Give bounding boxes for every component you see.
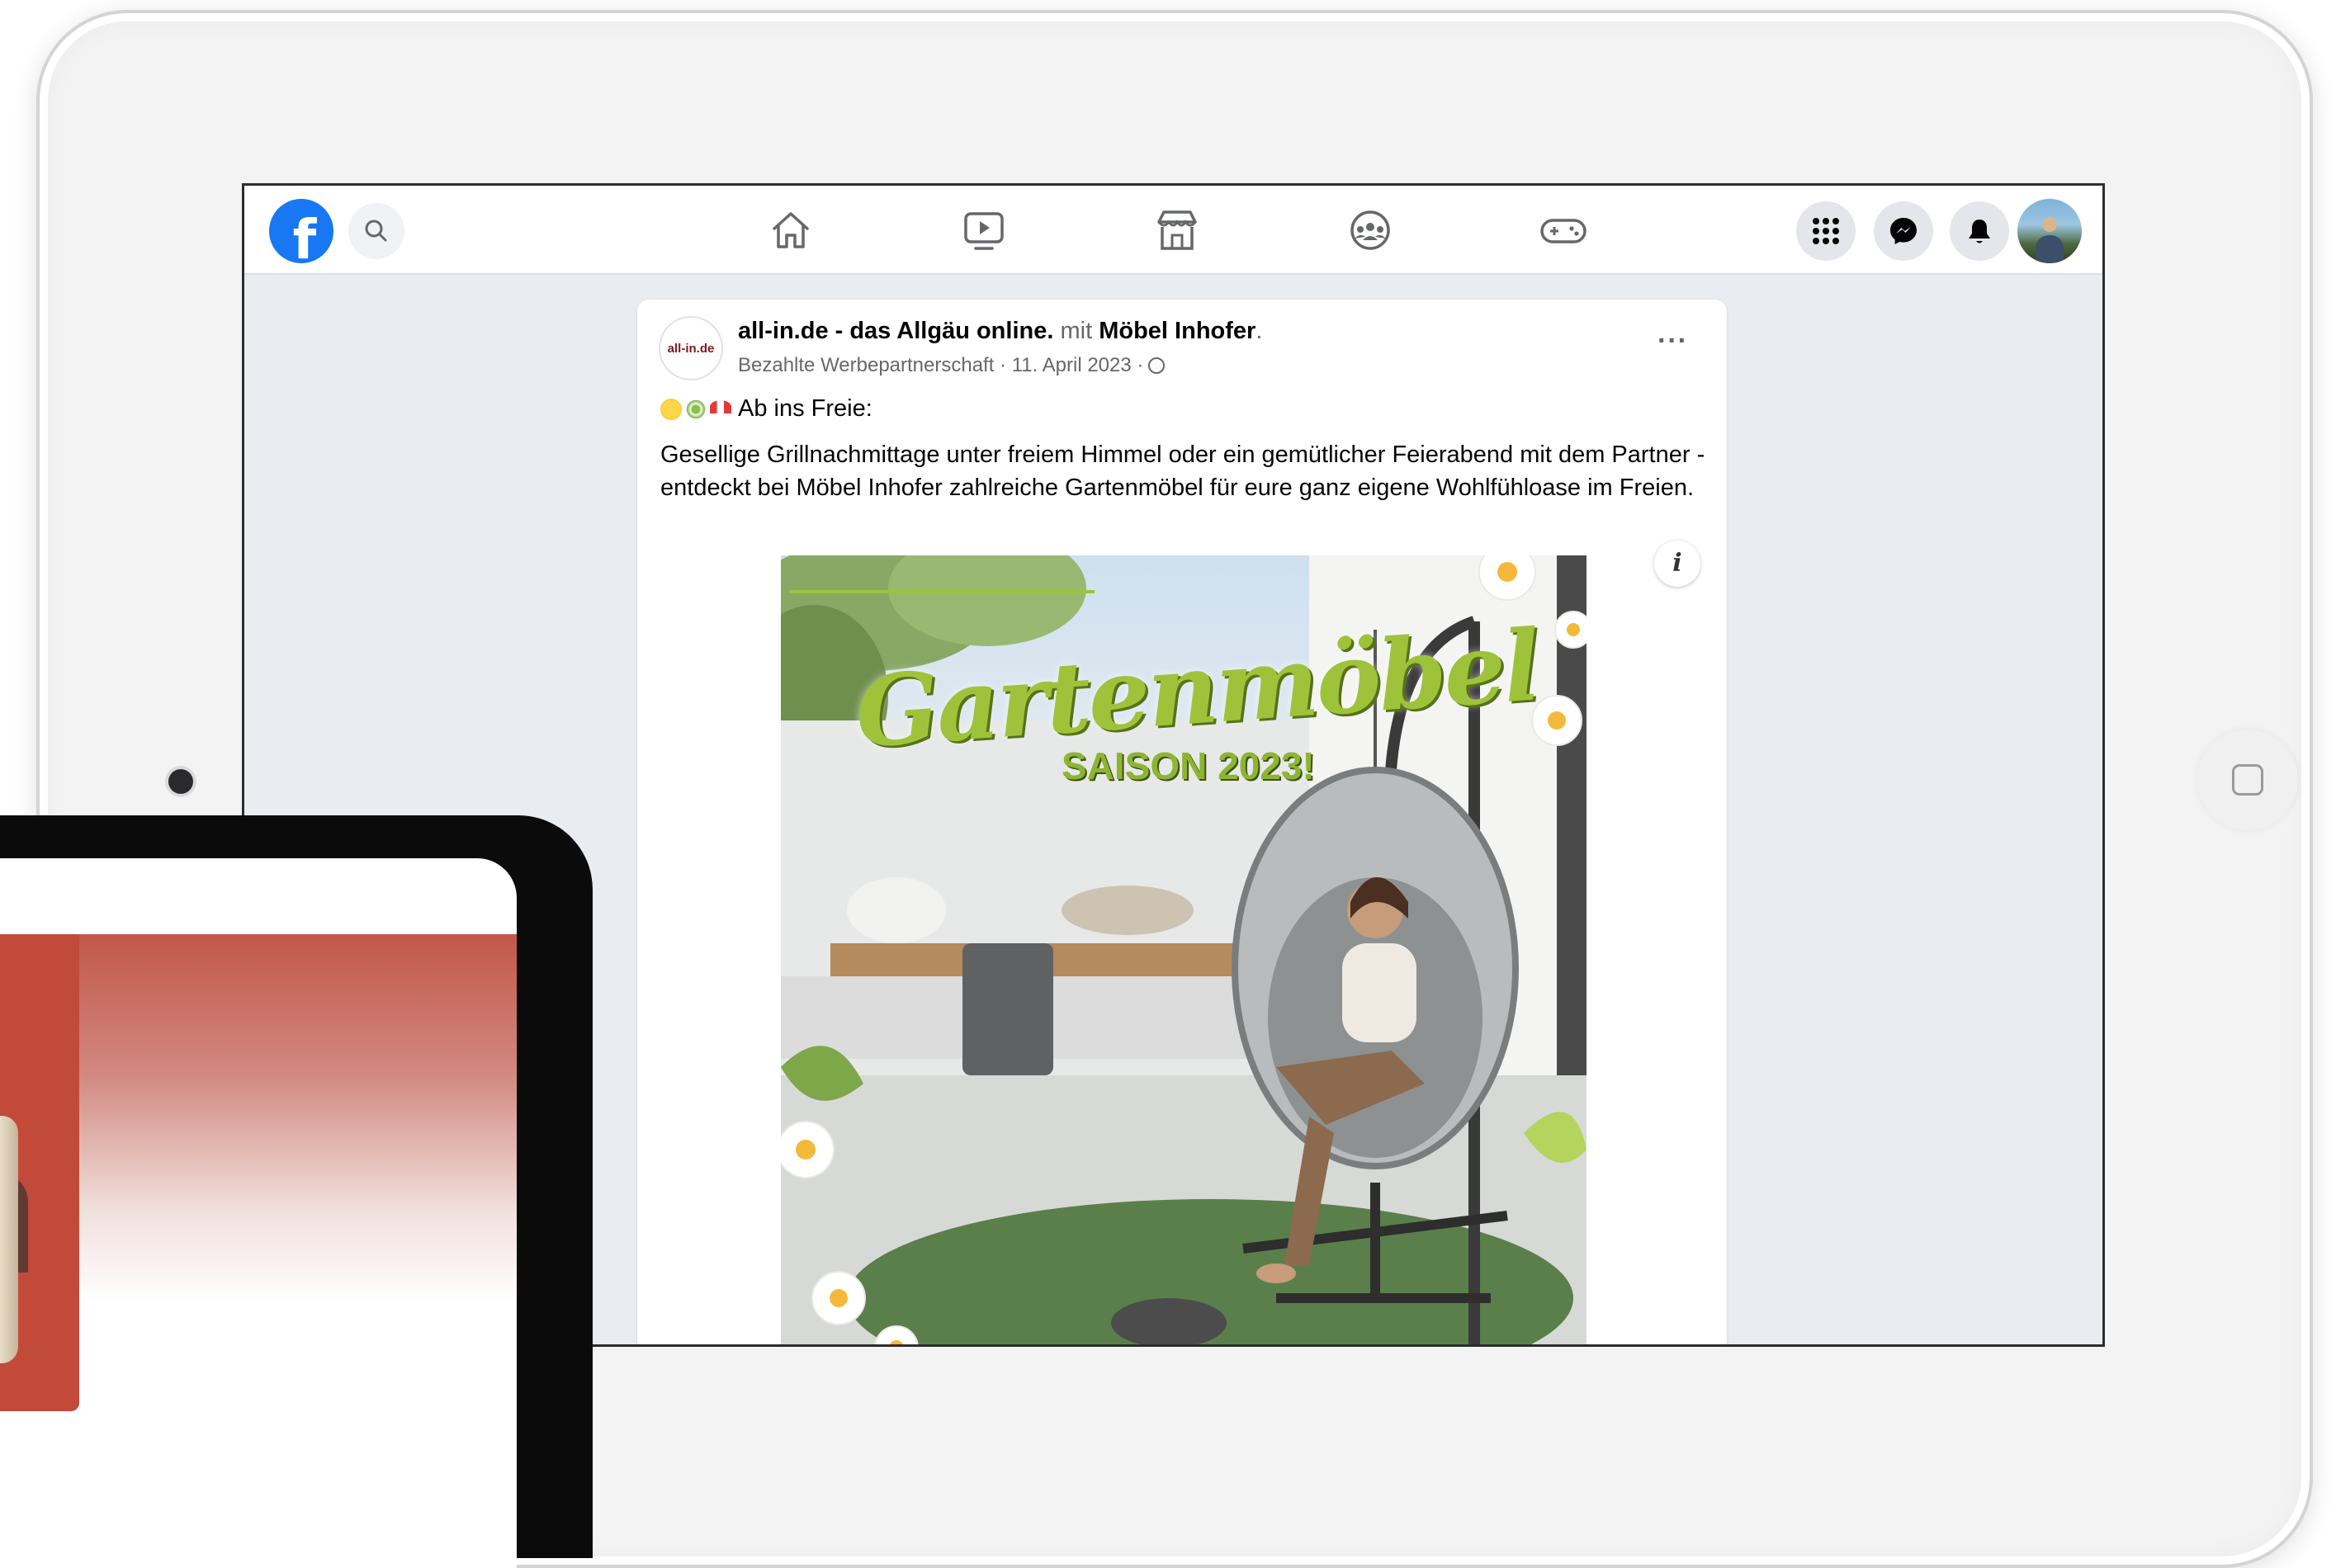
more-options-button[interactable]: ···	[1657, 327, 1688, 355]
brush-handle-shape	[0, 1116, 18, 1363]
menu-grid-icon	[1813, 218, 1839, 244]
notifications-icon	[1969, 220, 1990, 243]
page-avatar-text: all-in.de	[667, 341, 715, 356]
ad-image[interactable]: Gartenmöbel SAISON 2023!	[781, 555, 1586, 1344]
search-icon	[365, 220, 387, 242]
foreground-red-card	[0, 934, 79, 1411]
globe-icon	[1148, 357, 1166, 374]
messenger-button[interactable]	[1874, 201, 1933, 261]
marketplace-icon[interactable]	[1152, 207, 1202, 253]
with-word: mit	[1060, 318, 1093, 344]
ad-subtitle: SAISON 2023!	[1062, 744, 1315, 787]
gaming-icon[interactable]	[1539, 207, 1588, 253]
profile-avatar[interactable]	[2017, 199, 2082, 263]
home-icon[interactable]	[766, 207, 816, 253]
post-meta-text: Bezahlte Werbepartnerschaft · 11. April …	[738, 354, 1144, 376]
groups-icon[interactable]	[1345, 207, 1395, 253]
logo-letter: f	[292, 208, 317, 263]
watch-icon[interactable]	[959, 207, 1009, 253]
post-title: all-in.de - das Allgäu online. mit Möbel…	[738, 318, 1262, 345]
facebook-logo[interactable]: f	[269, 199, 333, 263]
search-button[interactable]	[348, 203, 404, 259]
messenger-icon	[1890, 218, 1917, 244]
camera-icon	[168, 769, 193, 794]
facebook-top-nav: f	[244, 186, 2102, 275]
author-link[interactable]: all-in.de - das Allgäu online.	[738, 318, 1053, 344]
foreground-device-screen	[0, 858, 517, 1568]
notifications-button[interactable]	[1950, 201, 2009, 261]
sponsored-post: all-in.de all-in.de - das Allgäu online.…	[637, 300, 1727, 1344]
avatar-figure	[2036, 235, 2064, 263]
post-headline: Ab ins Freie:	[660, 395, 872, 423]
ad-info-button[interactable]: i	[1654, 541, 1700, 587]
home-button[interactable]	[2197, 730, 2298, 830]
post-body: Gesellige Grillnachmittage unter freiem …	[660, 442, 1705, 501]
post-meta: Bezahlte Werbepartnerschaft · 11. April …	[738, 354, 1166, 377]
page-avatar[interactable]: all-in.de	[659, 316, 723, 380]
menu-grid-button[interactable]	[1796, 201, 1856, 261]
home-square-icon	[2232, 764, 2263, 796]
plant-emoji-icon	[685, 398, 707, 420]
partner-link[interactable]: Möbel Inhofer	[1099, 318, 1255, 344]
sun-emoji-icon	[660, 398, 682, 420]
post-headline-text: Ab ins Freie:	[738, 395, 872, 422]
umbrella-emoji-icon	[710, 399, 731, 413]
foreground-device	[0, 815, 593, 1568]
title-period: .	[1255, 318, 1263, 344]
